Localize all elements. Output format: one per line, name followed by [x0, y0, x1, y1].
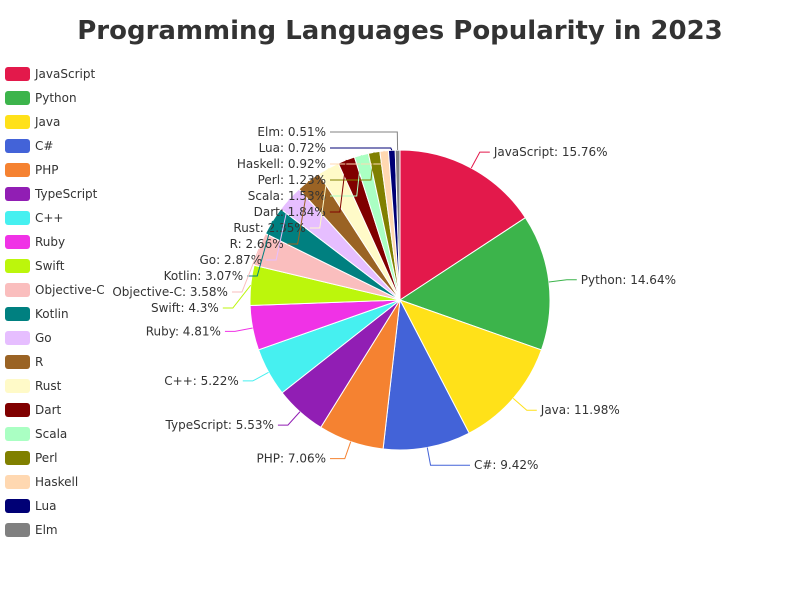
label-leader-line	[330, 441, 352, 460]
data-label: Elm: 0.51%	[257, 125, 326, 139]
data-label: Scala: 1.53%	[248, 189, 326, 203]
data-label: Swift: 4.3%	[151, 301, 219, 315]
label-leader-line	[277, 411, 301, 426]
label-leader-line	[548, 279, 577, 283]
label-leader-line	[330, 147, 393, 151]
data-label: Kotlin: 3.07%	[164, 269, 244, 283]
data-label: TypeScript: 5.53%	[165, 418, 274, 432]
data-label: C++: 5.22%	[164, 374, 238, 388]
data-label: Python: 14.64%	[581, 273, 676, 287]
data-label: Haskell: 0.92%	[237, 157, 326, 171]
data-label: Perl: 1.23%	[258, 173, 326, 187]
data-label: R: 2.66%	[230, 237, 284, 251]
data-label: C#: 9.42%	[474, 458, 538, 472]
label-leader-line	[242, 371, 269, 382]
label-leader-line	[330, 131, 399, 151]
label-leader-line	[224, 327, 253, 332]
label-leader-line	[512, 398, 537, 411]
data-label: Java: 11.98%	[540, 403, 620, 417]
pie-chart: JavaScript: 15.76% Python: 14.64% Java: 11…	[112, 125, 676, 472]
data-label: Ruby: 4.81%	[146, 324, 221, 338]
data-label: Objective-C: 3.58%	[112, 285, 228, 299]
label-leader-line	[426, 447, 470, 466]
data-label: JavaScript: 15.76%	[493, 145, 608, 159]
data-label: Lua: 0.72%	[259, 141, 326, 155]
data-label: Dart: 1.84%	[254, 205, 326, 219]
label-leader-line	[470, 151, 490, 169]
data-label: PHP: 7.06%	[257, 452, 326, 466]
